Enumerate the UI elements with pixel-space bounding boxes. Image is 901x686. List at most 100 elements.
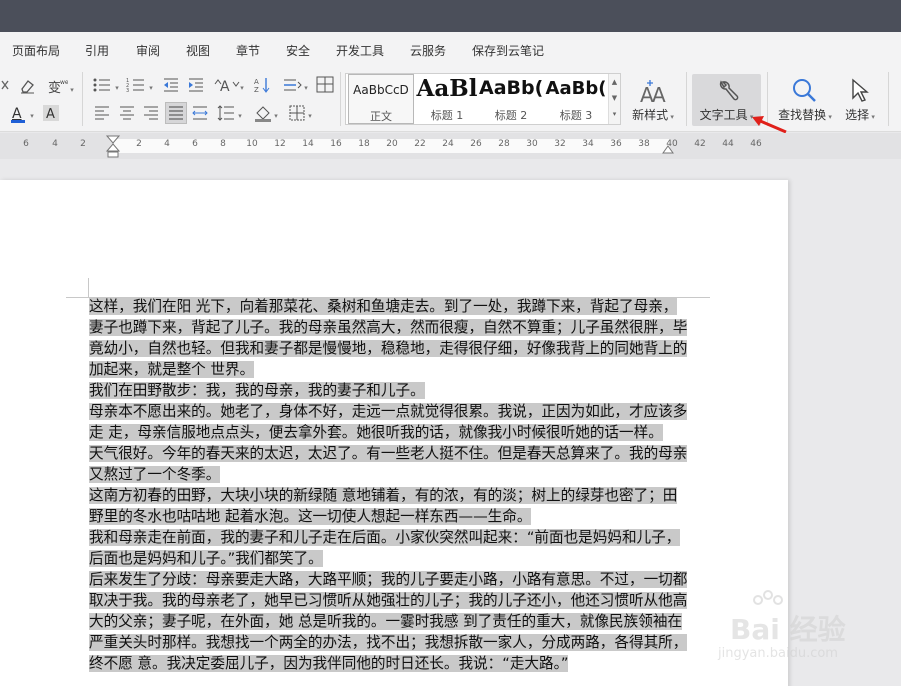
table-border-icon[interactable] (316, 76, 336, 94)
style-heading-1[interactable]: AaBl 标题 1 (416, 74, 478, 124)
bullet-list-icon[interactable] (92, 76, 114, 94)
ruler-number: 46 (750, 139, 762, 149)
select-button[interactable]: 选择 ▾ (840, 74, 880, 126)
shading-dropdown-icon[interactable]: ▾ (272, 108, 280, 126)
ruler-number: 34 (582, 139, 594, 149)
menu-section[interactable]: 章节 (236, 42, 260, 59)
svg-text:A: A (12, 106, 22, 122)
style-heading-3[interactable]: AaBb( 标题 3 (544, 74, 608, 124)
margin-guide (88, 278, 89, 298)
document-body[interactable]: 这样，我们在阳 光下，向着那菜花、桑树和鱼塘走去。到了一处，我蹲下来，背起了母亲… (89, 296, 689, 674)
ruler-number: 2 (136, 139, 142, 149)
decrease-indent-icon[interactable] (162, 76, 182, 94)
borders-dropdown-icon[interactable]: ▾ (306, 108, 314, 126)
paragraph-spacing-dropdown-icon[interactable]: ▾ (302, 80, 310, 98)
paragraph[interactable]: 天气很好。今年的春天来的太迟，太迟了。有一些老人挺不住。但是春天总算来了。我的母… (89, 443, 689, 485)
phonetic-guide-icon[interactable]: 变wen (46, 77, 68, 95)
menu-cloud-service[interactable]: 云服务 (410, 42, 446, 59)
paragraph-spacing-icon[interactable] (282, 76, 304, 94)
document-page[interactable]: 这样，我们在阳 光下，向着那菜花、桑树和鱼塘走去。到了一处，我蹲下来，背起了母亲… (0, 180, 788, 686)
align-center-icon[interactable] (118, 104, 138, 122)
font-color-icon[interactable]: A (10, 104, 28, 123)
menu-view[interactable]: 视图 (186, 42, 210, 59)
change-case-dropdown-icon[interactable]: ▾ (238, 80, 246, 98)
ribbon-toolbar: 变wen ▾ A ▾ A ▾ 123 ▾ A ▾ AZ ▾ (0, 68, 901, 134)
search-icon (792, 78, 818, 108)
select-label: 选择 ▾ (845, 108, 875, 122)
line-spacing-dropdown-icon[interactable]: ▾ (236, 108, 244, 126)
new-style-label: 新样式 ▾ (632, 108, 674, 122)
ruler-number: 24 (442, 139, 454, 149)
ruler-number: 42 (694, 139, 706, 149)
styles-scroll-buttons[interactable]: ▲ ▼ ▾ (608, 74, 620, 124)
menu-review[interactable]: 审阅 (136, 42, 160, 59)
phonetic-dropdown-icon[interactable]: ▾ (68, 82, 76, 100)
align-right-icon[interactable] (142, 104, 162, 122)
svg-text:A: A (46, 107, 55, 122)
font-color-dropdown-icon[interactable]: ▾ (28, 108, 36, 126)
style-heading-2[interactable]: AaBb( 标题 2 (479, 74, 543, 124)
cursor-arrow-icon (849, 78, 871, 108)
paragraph[interactable]: 这样，我们在阳 光下，向着那菜花、桑树和鱼塘走去。到了一处，我蹲下来，背起了母亲… (89, 296, 689, 380)
character-shading-icon[interactable]: A (42, 104, 62, 122)
style-heading-1-sample: AaBl (416, 75, 478, 102)
numbered-list-icon[interactable]: 123 (126, 76, 148, 94)
ruler-number: 22 (414, 139, 426, 149)
style-heading-2-caption: 标题 2 (494, 109, 528, 122)
selected-text: 后来发生了分歧：母亲要走大路，大路平顺；我的儿子要走小路，小路有意思。不过，一切… (89, 571, 688, 672)
new-style-button[interactable]: AA 新样式 ▾ (626, 74, 680, 126)
ruler-number: 6 (192, 139, 198, 149)
justify-icon[interactable] (165, 102, 187, 124)
watermark-brand: Bai 经验 (730, 613, 846, 646)
separator (686, 72, 687, 126)
ruler-number: 38 (638, 139, 650, 149)
style-heading-1-caption: 标题 1 (430, 109, 464, 122)
menu-developer-tools[interactable]: 开发工具 (336, 42, 384, 59)
ruler-number: 12 (274, 139, 286, 149)
change-case-icon[interactable]: A (214, 76, 240, 94)
style-normal-sample: AaBbCcD (353, 83, 409, 97)
ruler-number: 16 (330, 139, 342, 149)
shading-fill-icon[interactable] (254, 104, 274, 122)
align-left-icon[interactable] (93, 104, 113, 122)
borders-icon[interactable] (288, 104, 308, 122)
line-spacing-icon[interactable] (217, 104, 237, 122)
svg-text:A: A (652, 83, 666, 106)
paragraph[interactable]: 我和母亲走在前面，我的妻子和儿子走在后面。小家伙突然叫起来：“前面也是妈妈和儿子… (89, 527, 689, 569)
increase-indent-icon[interactable] (187, 76, 207, 94)
menu-page-layout[interactable]: 页面布局 (12, 42, 60, 59)
ruler-number: 18 (358, 139, 370, 149)
eraser-icon[interactable] (18, 78, 38, 96)
svg-text:A: A (220, 79, 230, 94)
partial-format-icon[interactable] (0, 78, 12, 96)
ruler-number: 30 (526, 139, 538, 149)
paragraph[interactable]: 后来发生了分歧：母亲要走大路，大路平顺；我的儿子要走小路，小路有意思。不过，一切… (89, 569, 689, 674)
wrench-icon (715, 78, 739, 108)
ruler-number: 4 (52, 139, 58, 149)
ruler-number: 10 (246, 139, 258, 149)
paragraph[interactable]: 这南方初春的田野，大块小块的新绿随 意地铺着，有的浓，有的淡；树上的绿芽也密了；… (89, 485, 689, 527)
styles-gallery: AaBbCcD 正文 AaBl 标题 1 AaBb( 标题 2 AaBb( 标题… (345, 73, 621, 125)
svg-text:wen: wen (60, 79, 68, 86)
style-normal-caption: 正文 (370, 110, 392, 123)
horizontal-ruler[interactable]: 6 4 2 2 4 6 8 10 12 14 16 18 20 22 24 26… (0, 133, 901, 159)
ruler-number: 4 (164, 139, 170, 149)
distributed-align-icon[interactable] (191, 104, 211, 122)
paragraph[interactable]: 我们在田野散步：我，我的母亲，我的妻子和儿子。 (89, 380, 689, 401)
style-normal[interactable]: AaBbCcD 正文 (348, 74, 414, 124)
ruler-number: 44 (722, 139, 734, 149)
paragraph[interactable]: 母亲本不愿出来的。她老了，身体不好，走远一点就觉得很累。我说，正因为如此，才应该… (89, 401, 689, 443)
menu-references[interactable]: 引用 (85, 42, 109, 59)
numbered-dropdown-icon[interactable]: ▾ (147, 80, 155, 98)
sort-icon[interactable]: AZ (254, 76, 274, 94)
menu-save-to-cloud-notes[interactable]: 保存到云笔记 (472, 42, 544, 59)
watermark-url: jingyan.baidu.com (718, 646, 838, 661)
ruler-number: 32 (554, 139, 566, 149)
menu-security[interactable]: 安全 (286, 42, 310, 59)
selected-text: 我们在田野散步：我，我的母亲，我的妻子和儿子。 (89, 382, 425, 399)
indent-marker-icon[interactable] (106, 135, 120, 159)
selected-text: 天气很好。今年的春天来的太迟，太迟了。有一些老人挺不住。但是春天总算来了。我的母… (89, 445, 688, 483)
ruler-number: 2 (80, 139, 86, 149)
bullet-dropdown-icon[interactable]: ▾ (113, 80, 121, 98)
watermark-logo: Bai 经验 jingyan.baidu.com (690, 590, 890, 680)
